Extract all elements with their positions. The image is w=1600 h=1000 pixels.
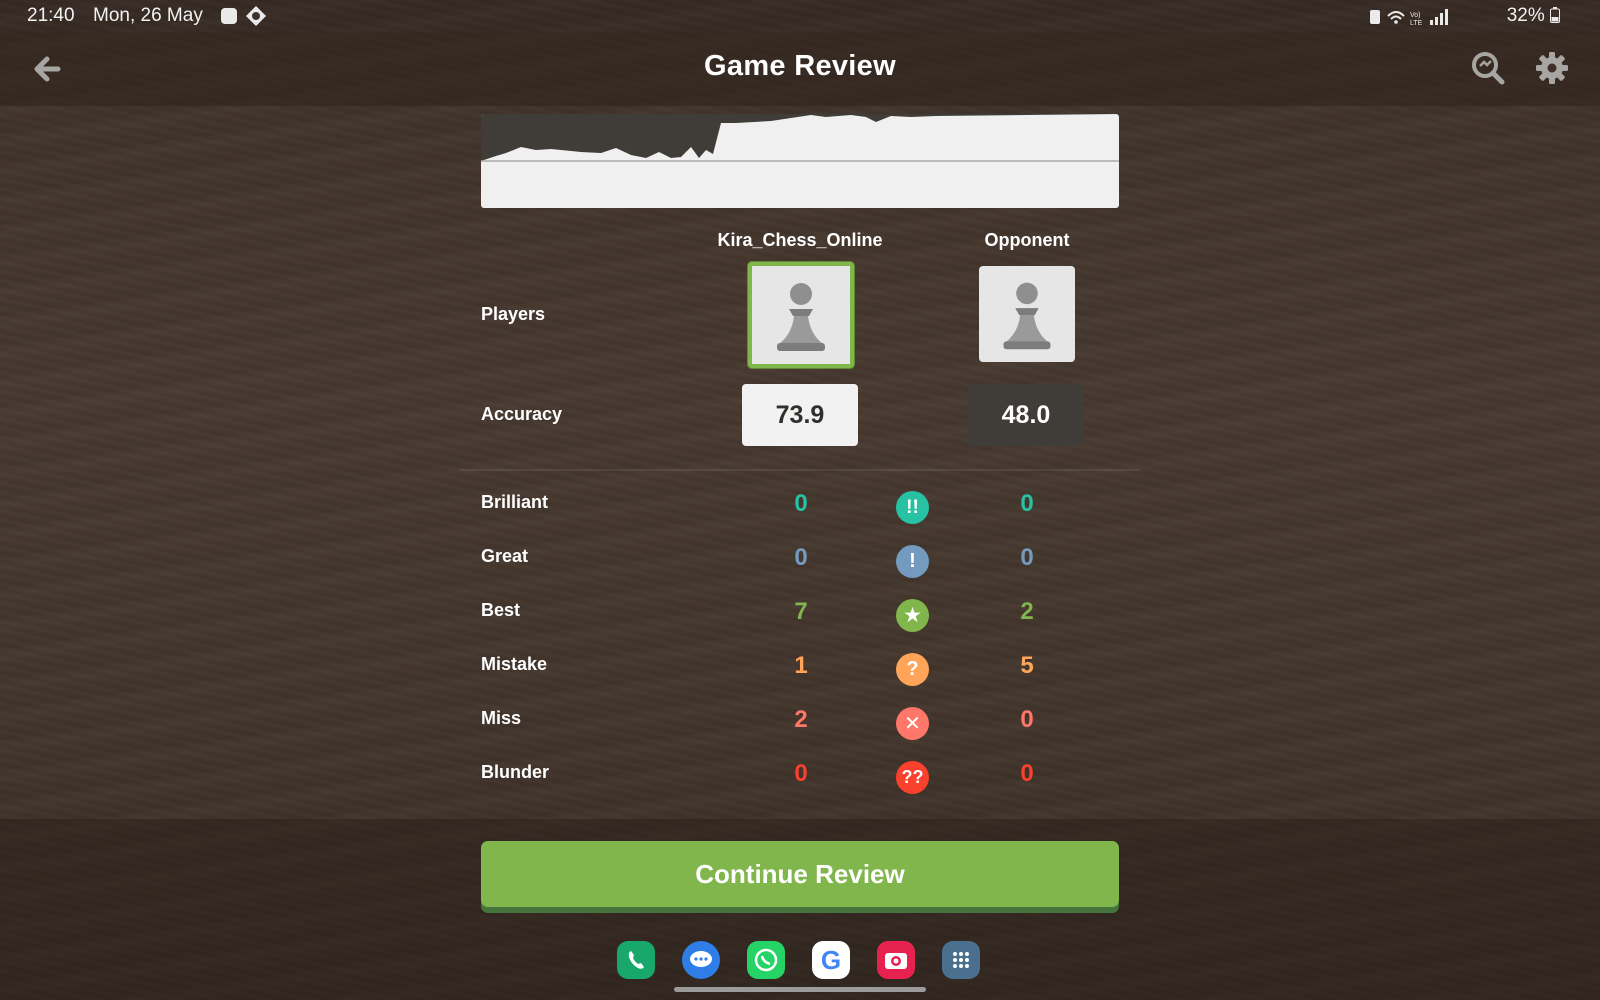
continue-review-button[interactable]: Continue Review [481,841,1119,907]
miss-label: Miss [481,708,522,728]
pawn-icon [1003,282,1051,350]
black-great-count: 0 [1020,544,1034,571]
best-label: Best [481,600,521,620]
white-brilliant-count: 0 [794,490,808,517]
google-app-icon[interactable]: G [812,941,850,979]
white-accuracy-value: 73.9 [742,384,858,446]
notification-app-icon [221,8,237,24]
home-gesture-bar[interactable] [674,987,926,992]
app-drawer-icon[interactable] [942,941,980,979]
top-app-bar: Game Review [0,32,1600,106]
svg-text:LTE: LTE [1410,20,1423,26]
black-miss-count: 0 [1020,706,1034,733]
accuracy-label: Accuracy [481,404,563,424]
white-miss-count: 2 [794,706,808,733]
black-best-count: 2 [1020,598,1034,625]
signal-wifi-icons: Vo) LTE [1370,9,1448,26]
black-mistake-count: 5 [1020,652,1034,679]
svg-text:Vo): Vo) [1410,12,1421,19]
zoom-search-icon[interactable] [1470,50,1506,86]
miss-x-icon: ✕ [896,707,929,740]
whatsapp-app-icon[interactable] [747,941,785,979]
gear-icon[interactable] [1534,50,1570,86]
camera-app-icon[interactable] [877,941,915,979]
status-bar: 21:40 Mon, 26 May Vo) LTE 32% [0,0,1600,32]
black-blunder-count: 0 [1020,760,1034,787]
black-player-name: Opponent [984,230,1070,250]
game-review-panel: Kira_Chess_Online Opponent Players Accur… [0,106,1600,819]
brilliant-icon: !! [896,491,929,524]
blunder-label: Blunder [481,762,550,782]
messages-app-icon[interactable] [682,941,720,979]
status-date: Mon, 26 May [93,5,203,26]
pawn-icon [777,283,825,351]
players-label: Players [481,304,546,324]
phone-app-icon[interactable] [617,941,655,979]
divider [460,469,1140,471]
evaluation-graph[interactable] [481,114,1119,208]
status-time: 21:40 [27,5,75,26]
mistake-icon: ? [896,653,929,686]
battery-icon [1550,7,1560,23]
white-mistake-count: 1 [794,652,808,679]
white-great-count: 0 [794,544,808,571]
blunder-icon: ?? [896,761,929,794]
black-accuracy-value: 48.0 [968,384,1084,446]
black-player-avatar[interactable] [979,266,1075,362]
great-move-icon: ! [896,545,929,578]
mistake-label: Mistake [481,654,548,674]
white-player-name: Kira_Chess_Online [717,230,883,250]
white-player-avatar[interactable] [748,262,854,368]
battery-percent: 32% [1507,5,1560,27]
brilliant-label: Brilliant [481,492,549,512]
white-best-count: 7 [794,598,808,625]
white-blunder-count: 0 [794,760,808,787]
great-label: Great [481,546,529,566]
best-move-star-icon: ★ [896,599,929,632]
page-title: Game Review [704,50,896,82]
notification-eye-icon [246,6,266,26]
black-brilliant-count: 0 [1020,490,1034,517]
